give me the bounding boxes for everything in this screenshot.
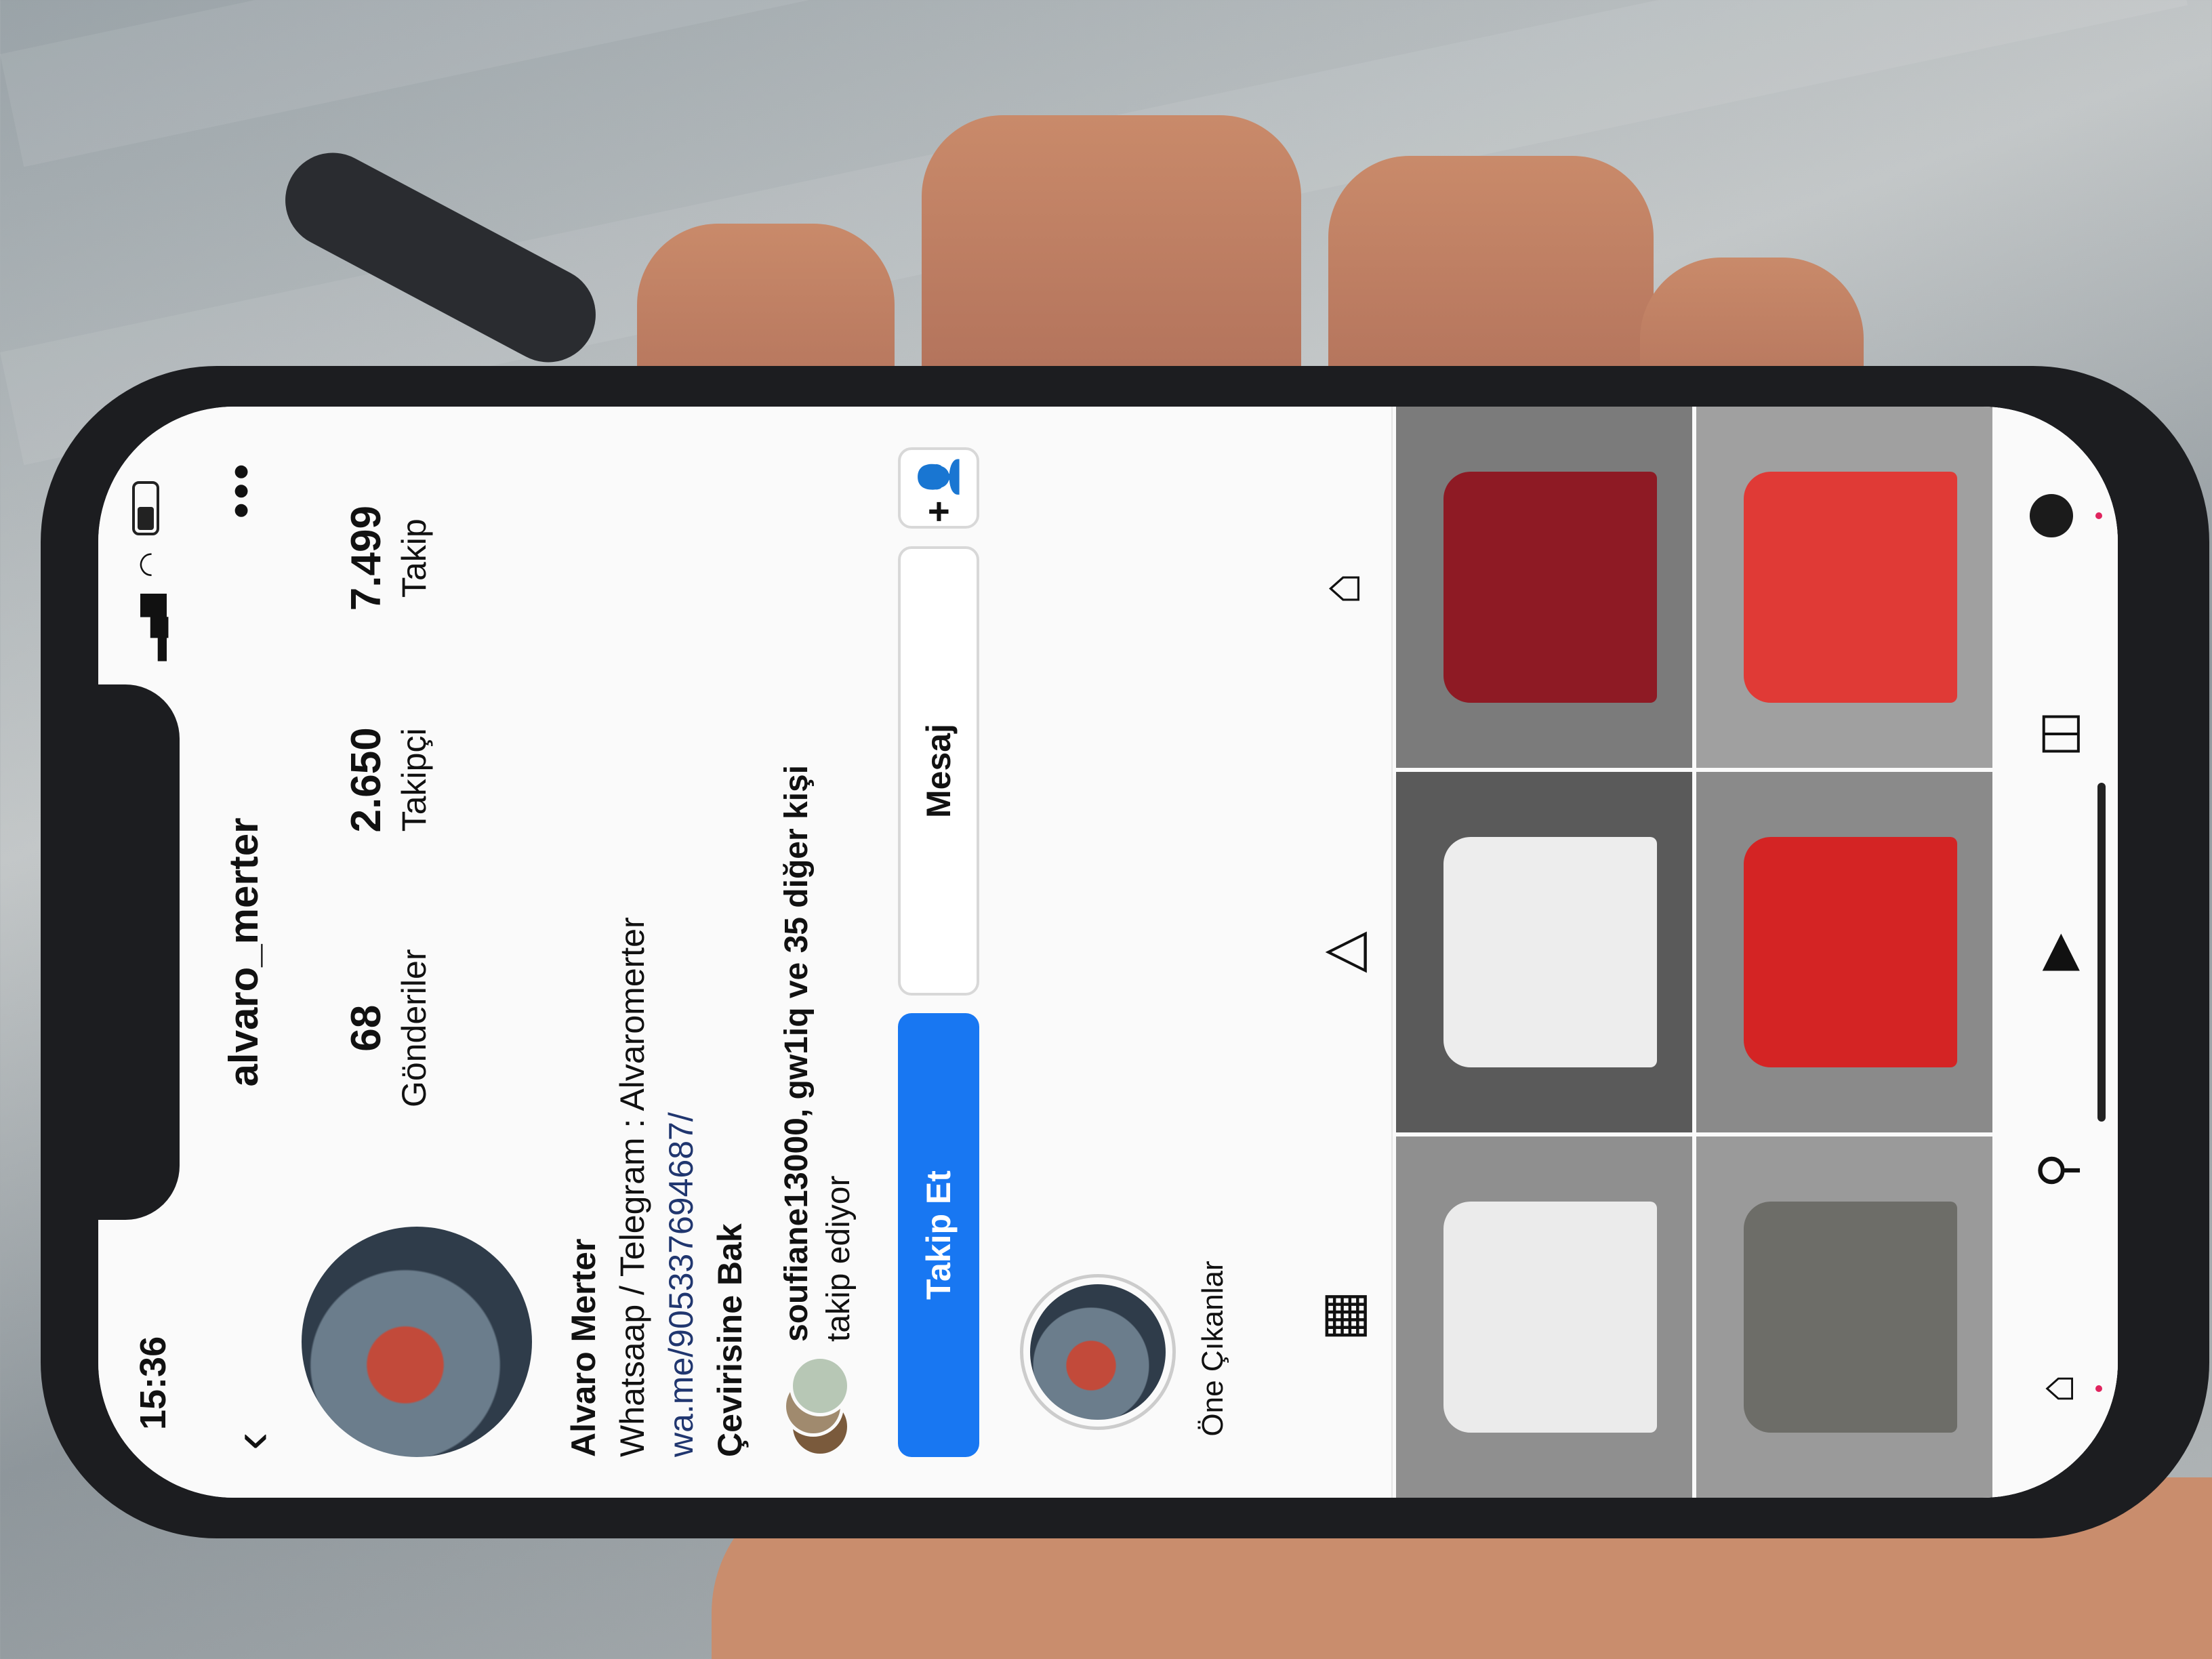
add-person-icon[interactable]: +👤 <box>898 447 979 529</box>
profile-tabs: ▦ △ ⌂ <box>1291 407 1393 1498</box>
post-image <box>1743 836 1957 1068</box>
story-highlights: Öne Çıkanlar <box>1020 1186 1250 1457</box>
status-bar: 15:36 ▂▄▆ ◠ <box>98 407 200 1498</box>
post-image <box>1743 471 1957 703</box>
shop-icon[interactable]: ◫ <box>2028 666 2085 802</box>
highlight-item[interactable] <box>1020 1274 1176 1430</box>
post-thumbnail[interactable] <box>1396 771 1692 1133</box>
play-triangle-icon[interactable]: △ <box>1310 884 1373 1020</box>
stat-posts[interactable]: 68 Gönderiler <box>342 949 434 1107</box>
cellular-signal-icon: ▂▄▆ <box>133 594 166 661</box>
follow-button[interactable]: Takip Et <box>898 1013 979 1457</box>
bio-link[interactable]: wa.me/905337694687/ <box>657 447 705 1457</box>
post-thumbnail[interactable] <box>1396 407 1692 768</box>
stat-count: 68 <box>343 1004 390 1052</box>
followed-by[interactable]: soufiane13000, gw1iq ve 35 diğer kişi ta… <box>776 447 884 1457</box>
message-button[interactable]: Mesaj <box>898 546 979 996</box>
display-notch <box>98 684 180 1220</box>
post-image <box>1443 1202 1657 1433</box>
stat-count: 2.650 <box>343 727 390 833</box>
reels-icon[interactable]: ▶ <box>2028 884 2085 1020</box>
notification-dot <box>2095 512 2102 519</box>
bio-text: Whatsaap / Telegram : Alvaromerter <box>613 917 651 1457</box>
followed-by-suffix: takip ediyor <box>821 1175 857 1342</box>
stat-followers[interactable]: 2.650 Takipçi <box>342 727 434 832</box>
search-icon[interactable]: ⚲ <box>2028 1103 2085 1238</box>
phone-frame: 15:36 ▂▄▆ ◠ ‹ alvaro_merter ••• 68 Gönde… <box>41 366 2209 1538</box>
post-thumbnail[interactable] <box>1396 1136 1692 1498</box>
post-image <box>1443 471 1657 703</box>
avatar <box>790 1355 851 1416</box>
home-indicator <box>2097 783 2106 1122</box>
grid-icon[interactable]: ▦ <box>1310 1248 1373 1384</box>
post-thumbnail[interactable] <box>1696 771 1992 1133</box>
avatar <box>2030 494 2073 537</box>
translate-link[interactable]: Çevirisine Bak <box>705 447 754 1457</box>
display-name: Alvaro Merter <box>565 1238 602 1457</box>
post-grid <box>1396 407 1992 1498</box>
profile-avatar[interactable] <box>302 1227 532 1457</box>
top-nav: ‹ alvaro_merter ••• <box>200 407 288 1498</box>
notification-dot <box>2095 1385 2102 1392</box>
stat-count: 7.499 <box>343 506 390 611</box>
battery-icon <box>132 481 159 535</box>
post-thumbnail[interactable] <box>1696 407 1992 768</box>
followed-by-text: soufiane13000, gw1iq ve 35 diğer kişi ta… <box>776 765 860 1342</box>
profile-header: 68 Gönderiler 2.650 Takipçi 7.499 Takip <box>302 447 546 1457</box>
phone-screen: 15:36 ▂▄▆ ◠ ‹ alvaro_merter ••• 68 Gönde… <box>98 407 2118 1498</box>
tagged-person-icon[interactable]: ⌂ <box>1310 520 1372 656</box>
stat-label: Takipçi <box>395 728 433 832</box>
post-image <box>1743 1202 1957 1433</box>
profile-username: alvaro_merter <box>221 817 266 1087</box>
post-thumbnail[interactable] <box>1696 1136 1992 1498</box>
more-dots-icon[interactable]: ••• <box>213 461 268 519</box>
stat-label: Takip <box>395 518 433 598</box>
stat-label: Gönderiler <box>395 949 433 1107</box>
highlight-cover <box>1030 1284 1166 1420</box>
profile-avatar[interactable] <box>2029 448 2102 583</box>
highlight-label: Öne Çıkanlar <box>1196 1261 1229 1437</box>
status-icons: ▂▄▆ ◠ <box>132 481 167 661</box>
wifi-icon: ◠ <box>133 552 166 578</box>
profile-actions: Takip Et Mesaj +👤 <box>898 447 986 1457</box>
followed-by-names: soufiane13000, gw1iq ve 35 diğer kişi <box>779 764 815 1342</box>
followed-by-avatars <box>783 1355 857 1457</box>
profile-stats: 68 Gönderiler 2.650 Takipçi 7.499 Takip <box>342 447 434 1166</box>
instagram-profile-screen: 15:36 ▂▄▆ ◠ ‹ alvaro_merter ••• 68 Gönde… <box>98 407 2118 1498</box>
stat-following[interactable]: 7.499 Takip <box>342 506 434 611</box>
status-time: 15:36 <box>133 1336 173 1430</box>
post-image <box>1443 836 1657 1068</box>
home-icon[interactable]: ⌂ <box>2029 1321 2102 1456</box>
profile-bio: Alvaro Merter Whatsaap / Telegram : Alva… <box>559 447 754 1457</box>
